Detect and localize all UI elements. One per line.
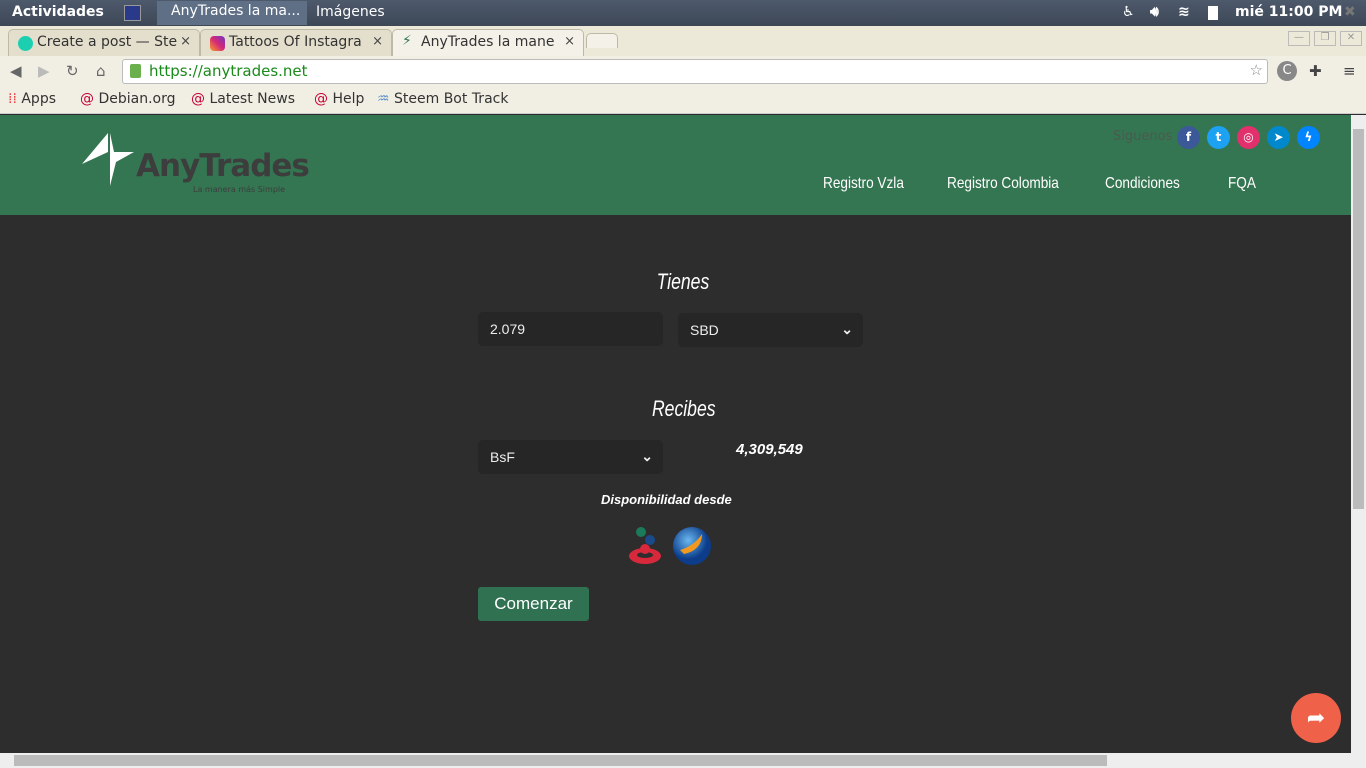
window-anytrades[interactable]: AnyTrades la ma... bbox=[157, 1, 307, 25]
bookmark-latest-news[interactable]: @ Latest News bbox=[191, 91, 295, 107]
logo-mark-icon bbox=[82, 133, 134, 186]
logo-text: AnyTrades bbox=[136, 148, 310, 184]
back-icon[interactable]: ◀ bbox=[10, 62, 22, 80]
bookmarks-bar: ⁞⁞ Apps @ Debian.org @ Latest News @ Hel… bbox=[0, 88, 1366, 114]
bookmark-debian[interactable]: @ Debian.org bbox=[80, 91, 176, 107]
have-label: Tienes bbox=[656, 269, 710, 294]
debian-icon: @ bbox=[314, 91, 328, 107]
logo[interactable]: AnyTrades La manera más Simple bbox=[80, 130, 310, 200]
activities-button[interactable]: Actividades bbox=[12, 4, 104, 20]
navigation-bar: ◀ ▶ ↻ ⌂ https://anytrades.net ☆ C ✚ ≡ bbox=[0, 56, 1366, 88]
tab-label: AnyTrades la mane bbox=[421, 34, 555, 50]
telegram-icon[interactable]: ➤ bbox=[1267, 126, 1290, 149]
home-icon[interactable]: ⌂ bbox=[96, 62, 106, 80]
url-text: https://anytrades.net bbox=[149, 62, 308, 80]
start-button[interactable]: Comenzar bbox=[478, 587, 589, 621]
clock[interactable]: mié 11:00 PM bbox=[1235, 4, 1342, 20]
nav-fqa[interactable]: FQA bbox=[1228, 175, 1256, 193]
have-currency-select[interactable]: SBD ⌄ bbox=[678, 313, 863, 347]
apps-grid-icon: ⁞⁞ bbox=[8, 91, 17, 107]
bookmark-label: Help bbox=[332, 91, 365, 107]
exchange-form: Tienes 2.079 SBD ⌄ Recibes BsF ⌄ 4,309,549… bbox=[0, 215, 1351, 753]
battery-icon[interactable] bbox=[1208, 6, 1218, 20]
os-top-bar: Actividades AnyTrades la ma... Imágenes … bbox=[0, 0, 1366, 26]
close-tab-icon[interactable]: × bbox=[372, 34, 383, 49]
tab-anytrades[interactable]: ⚡ AnyTrades la mane × bbox=[392, 29, 584, 56]
app-icon[interactable] bbox=[124, 5, 141, 21]
tab-label: Tattoos Of Instagra bbox=[229, 34, 362, 50]
receive-currency-select[interactable]: BsF ⌄ bbox=[478, 440, 663, 474]
messenger-icon[interactable]: ϟ bbox=[1297, 126, 1320, 149]
site-header: AnyTrades La manera más Simple Siguenos … bbox=[0, 115, 1351, 215]
lock-icon bbox=[130, 64, 141, 78]
selected-value: BsF bbox=[490, 449, 515, 465]
bookmark-star-icon[interactable]: ☆ bbox=[1250, 61, 1263, 79]
close-window-button[interactable]: ✕ bbox=[1340, 31, 1362, 46]
close-tab-icon[interactable]: × bbox=[180, 34, 191, 49]
bookmark-label: Steem Bot Track bbox=[394, 91, 509, 107]
tab-instagram[interactable]: Tattoos Of Instagra × bbox=[200, 29, 392, 56]
close-icon[interactable]: ✖ bbox=[1344, 4, 1356, 20]
scroll-thumb[interactable] bbox=[14, 755, 1107, 766]
volume-icon[interactable]: 🔊︎ bbox=[1150, 4, 1159, 20]
receive-amount: 4,309,549 bbox=[736, 441, 803, 458]
instagram-icon bbox=[210, 36, 225, 51]
tab-create-post[interactable]: Create a post — Ste × bbox=[8, 29, 200, 56]
nav-registro-vzla[interactable]: Registro Vzla bbox=[823, 175, 904, 193]
bookmark-help[interactable]: @ Help bbox=[314, 91, 364, 107]
vertical-scrollbar[interactable] bbox=[1351, 115, 1366, 753]
steem-icon: ♒ bbox=[377, 91, 390, 107]
logo-tagline: La manera más Simple bbox=[193, 185, 286, 194]
availability-label: Disponibilidad desde bbox=[601, 492, 732, 507]
reload-icon[interactable]: ↻ bbox=[66, 62, 79, 80]
bank-logo-icon bbox=[629, 527, 661, 564]
scroll-thumb[interactable] bbox=[1353, 129, 1364, 509]
bookmark-apps[interactable]: ⁞⁞ Apps bbox=[8, 91, 56, 107]
accessibility-icon[interactable]: ♿ bbox=[1122, 4, 1135, 20]
facebook-icon[interactable]: f bbox=[1177, 126, 1200, 149]
debian-icon: @ bbox=[191, 91, 205, 107]
wifi-icon[interactable]: ≋ bbox=[1178, 4, 1190, 20]
bookmark-label: Latest News bbox=[209, 91, 295, 107]
follow-label: Siguenos bbox=[1113, 129, 1173, 144]
extension-puzzle-icon[interactable]: ✚ bbox=[1309, 62, 1322, 80]
tab-strip: Create a post — Ste × Tattoos Of Instagra… bbox=[0, 26, 1366, 56]
anytrades-icon: ⚡ bbox=[402, 33, 412, 49]
nav-registro-colombia[interactable]: Registro Colombia bbox=[947, 175, 1059, 193]
selected-value: SBD bbox=[690, 322, 719, 338]
minimize-button[interactable]: — bbox=[1288, 31, 1310, 46]
nav-condiciones[interactable]: Condiciones bbox=[1105, 175, 1180, 193]
tab-label: Create a post — Ste bbox=[37, 34, 178, 50]
twitter-icon[interactable]: t bbox=[1207, 126, 1230, 149]
bookmark-label: Debian.org bbox=[98, 91, 176, 107]
extension-c-icon[interactable]: C bbox=[1277, 61, 1297, 81]
bookmark-label: Apps bbox=[21, 91, 57, 107]
restore-button[interactable]: ❐ bbox=[1314, 31, 1336, 46]
new-tab-button[interactable] bbox=[586, 33, 618, 48]
close-tab-icon[interactable]: × bbox=[564, 34, 575, 49]
forward-icon[interactable]: ▶ bbox=[38, 62, 50, 80]
menu-icon[interactable]: ≡ bbox=[1343, 62, 1356, 80]
address-bar[interactable]: https://anytrades.net ☆ bbox=[122, 59, 1268, 84]
steemit-icon bbox=[18, 36, 33, 51]
share-icon[interactable]: ➦ bbox=[1291, 693, 1341, 743]
instagram-icon[interactable]: ◎ bbox=[1237, 126, 1260, 149]
receive-label: Recibes bbox=[651, 396, 716, 421]
debian-icon: @ bbox=[80, 91, 94, 107]
horizontal-scrollbar[interactable] bbox=[0, 753, 1366, 768]
chevron-down-icon: ⌄ bbox=[841, 321, 853, 337]
window-images[interactable]: Imágenes bbox=[316, 4, 385, 20]
bookmark-steem-bot[interactable]: ♒ Steem Bot Track bbox=[377, 91, 508, 107]
bank-logo-2-icon bbox=[673, 527, 711, 565]
chevron-down-icon: ⌄ bbox=[641, 448, 653, 464]
amount-input[interactable]: 2.079 bbox=[478, 312, 663, 346]
